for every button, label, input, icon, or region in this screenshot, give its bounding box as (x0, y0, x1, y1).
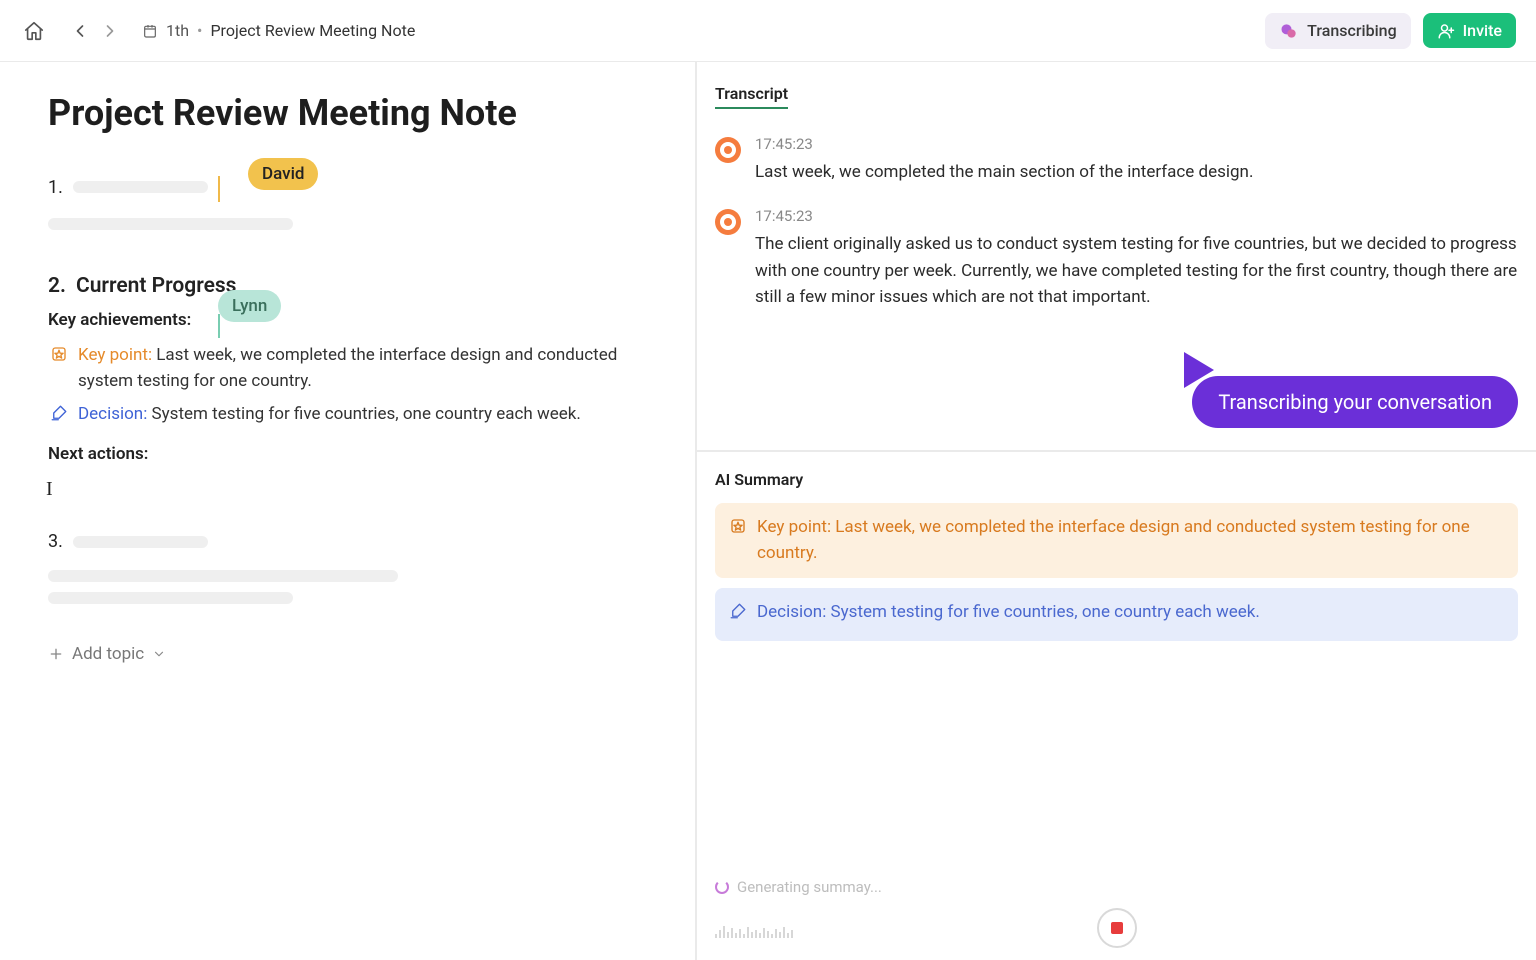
transcript-text: Last week, we completed the main section… (755, 159, 1518, 185)
transcript-heading: Transcript (715, 84, 788, 109)
decision-label: Decision: (78, 404, 147, 424)
summary-panel: AI Summary Key point: Last week, we comp… (697, 450, 1536, 960)
transcribing-pill[interactable]: Transcribing (1265, 13, 1410, 49)
avatar (715, 209, 741, 235)
breadcrumb-title: Project Review Meeting Note (210, 21, 415, 40)
collab-badge-lynn: Lynn (218, 290, 281, 322)
placeholder-line (73, 536, 208, 548)
add-topic-label: Add topic (72, 644, 144, 664)
section-1: 1. David (48, 174, 647, 230)
placeholder-line (48, 570, 398, 582)
add-topic-button[interactable]: Add topic (48, 644, 647, 664)
transcribing-icon (1279, 21, 1299, 41)
breadcrumb-folder: 1th (166, 21, 189, 40)
summary-decision-card[interactable]: Decision: System testing for five countr… (715, 588, 1518, 641)
transcribing-label: Transcribing (1307, 21, 1396, 40)
breadcrumb-separator: • (197, 21, 202, 40)
text-caret-icon: I (46, 478, 647, 501)
keypoint-icon (729, 517, 747, 566)
section-number: 1. (48, 177, 63, 198)
summary-keypoint-card[interactable]: Key point: Last week, we completed the i… (715, 503, 1518, 578)
summary-heading: AI Summary (715, 470, 1518, 489)
collab-badge-david: David (248, 158, 318, 190)
home-icon[interactable] (20, 17, 48, 45)
keypoint-row: Key point: Last week, we completed the i… (48, 342, 647, 395)
calendar-icon (142, 23, 158, 39)
back-icon[interactable] (66, 17, 94, 45)
transcript-text: The client originally asked us to conduc… (755, 231, 1518, 310)
placeholder-line (48, 218, 293, 230)
decision-icon (729, 602, 747, 629)
main: Project Review Meeting Note 1. David 2. … (0, 62, 1536, 960)
record-bar (697, 908, 1536, 948)
generating-status: Generating summay... (715, 878, 882, 896)
collab-cursor (218, 176, 220, 202)
section-number: 2. (48, 274, 66, 298)
placeholder-line (48, 592, 293, 604)
next-actions-label: Next actions: (48, 444, 647, 464)
decision-text: System testing for five countries, one c… (152, 404, 581, 424)
transcript-panel: Transcript 17:45:23 Last week, we comple… (697, 62, 1536, 450)
decision-icon (50, 404, 68, 430)
transcript-item[interactable]: 17:45:23 Last week, we completed the mai… (715, 135, 1518, 185)
avatar (715, 137, 741, 163)
doc-title[interactable]: Project Review Meeting Note (48, 92, 647, 134)
invite-label: Invite (1463, 21, 1502, 40)
decision-row: Decision: System testing for five countr… (48, 401, 647, 430)
right-pane: Transcript 17:45:23 Last week, we comple… (695, 62, 1536, 960)
summary-keypoint-text: Key point: Last week, we completed the i… (757, 515, 1504, 566)
keypoint-label: Key point: (78, 345, 152, 365)
generating-text: Generating summay... (737, 878, 882, 896)
topbar: 1th • Project Review Meeting Note Transc… (0, 0, 1536, 62)
transcript-item[interactable]: 17:45:23 The client originally asked us … (715, 207, 1518, 310)
topbar-right: Transcribing Invite (1265, 13, 1516, 49)
transcribing-callout: Transcribing your conversation (1192, 376, 1518, 428)
section-title: Current Progress (76, 274, 237, 298)
spinner-icon (715, 880, 729, 894)
stop-record-button[interactable] (1097, 908, 1137, 948)
nav-arrows (66, 17, 124, 45)
document-pane[interactable]: Project Review Meeting Note 1. David 2. … (0, 62, 695, 960)
key-achievements-label: Key achievements: (48, 310, 191, 330)
topbar-left: 1th • Project Review Meeting Note (20, 17, 415, 45)
keypoint-text: Last week, we completed the interface de… (78, 345, 617, 391)
section-number: 3. (48, 531, 63, 552)
keypoint-icon (50, 345, 68, 395)
breadcrumb[interactable]: 1th • Project Review Meeting Note (142, 21, 415, 40)
invite-icon (1437, 22, 1455, 40)
section-3: 3. (48, 531, 647, 604)
forward-icon[interactable] (96, 17, 124, 45)
transcript-time: 17:45:23 (755, 135, 1518, 153)
section-2: 2. Current Progress Key achievements: Ly… (48, 274, 647, 501)
placeholder-line (73, 181, 208, 193)
invite-button[interactable]: Invite (1423, 13, 1516, 48)
stop-icon (1111, 922, 1123, 934)
plus-icon (48, 646, 64, 662)
summary-decision-text: Decision: System testing for five countr… (757, 600, 1260, 629)
collab-cursor (218, 314, 220, 338)
chevron-down-icon (152, 647, 166, 661)
transcript-time: 17:45:23 (755, 207, 1518, 225)
